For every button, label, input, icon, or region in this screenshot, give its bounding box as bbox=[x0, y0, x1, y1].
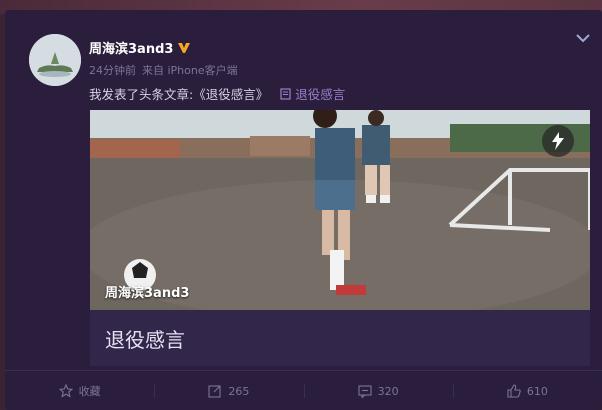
post-time[interactable]: 24分钟前 bbox=[89, 64, 136, 77]
post-source: 来自 iPhone客户端 bbox=[142, 64, 238, 77]
article-link[interactable]: 退役感言 bbox=[280, 84, 345, 103]
document-icon bbox=[280, 87, 291, 100]
like-button[interactable]: 610 bbox=[452, 372, 602, 410]
weibo-post-card: 周海滨3and3 24分钟前 来自 iPhone客户端 我发表了头条文章:《退役感… bbox=[5, 10, 602, 410]
verified-v-icon bbox=[178, 42, 191, 53]
article-title[interactable]: 退役感言 bbox=[105, 324, 185, 353]
thumbs-up-icon bbox=[507, 384, 521, 398]
photo-author-label: 周海滨3and3 bbox=[105, 286, 190, 301]
article-link-label[interactable]: 退役感言 bbox=[295, 84, 345, 103]
star-icon bbox=[58, 384, 73, 398]
avatar[interactable] bbox=[29, 34, 81, 86]
favorite-button[interactable]: 收藏 bbox=[5, 372, 154, 410]
repost-count[interactable]: 265 bbox=[228, 385, 249, 398]
comment-count[interactable]: 320 bbox=[378, 385, 399, 398]
article-cover-photo[interactable] bbox=[90, 110, 590, 310]
action-bar: 收藏 265 320 610 bbox=[5, 372, 602, 410]
repost-icon bbox=[208, 385, 221, 398]
post-text: 我发表了头条文章:《退役感言》 退役感言 bbox=[89, 84, 345, 103]
repost-button[interactable]: 265 bbox=[154, 372, 303, 410]
article-card[interactable]: 周海滨3and3 退役感言 bbox=[90, 110, 590, 366]
post-meta: 24分钟前 来自 iPhone客户端 bbox=[89, 62, 244, 78]
chevron-down-icon[interactable] bbox=[575, 32, 591, 44]
actions-divider bbox=[5, 370, 602, 371]
comment-button[interactable]: 320 bbox=[303, 372, 453, 410]
post-text-content: 我发表了头条文章:《退役感言》 bbox=[89, 87, 269, 102]
comment-icon bbox=[358, 385, 372, 398]
lightning-icon[interactable] bbox=[542, 125, 574, 157]
user-name-label[interactable]: 周海滨3and3 bbox=[89, 38, 173, 57]
favorite-label[interactable]: 收藏 bbox=[79, 383, 101, 399]
like-count[interactable]: 610 bbox=[527, 385, 548, 398]
user-name[interactable]: 周海滨3and3 bbox=[89, 38, 191, 57]
